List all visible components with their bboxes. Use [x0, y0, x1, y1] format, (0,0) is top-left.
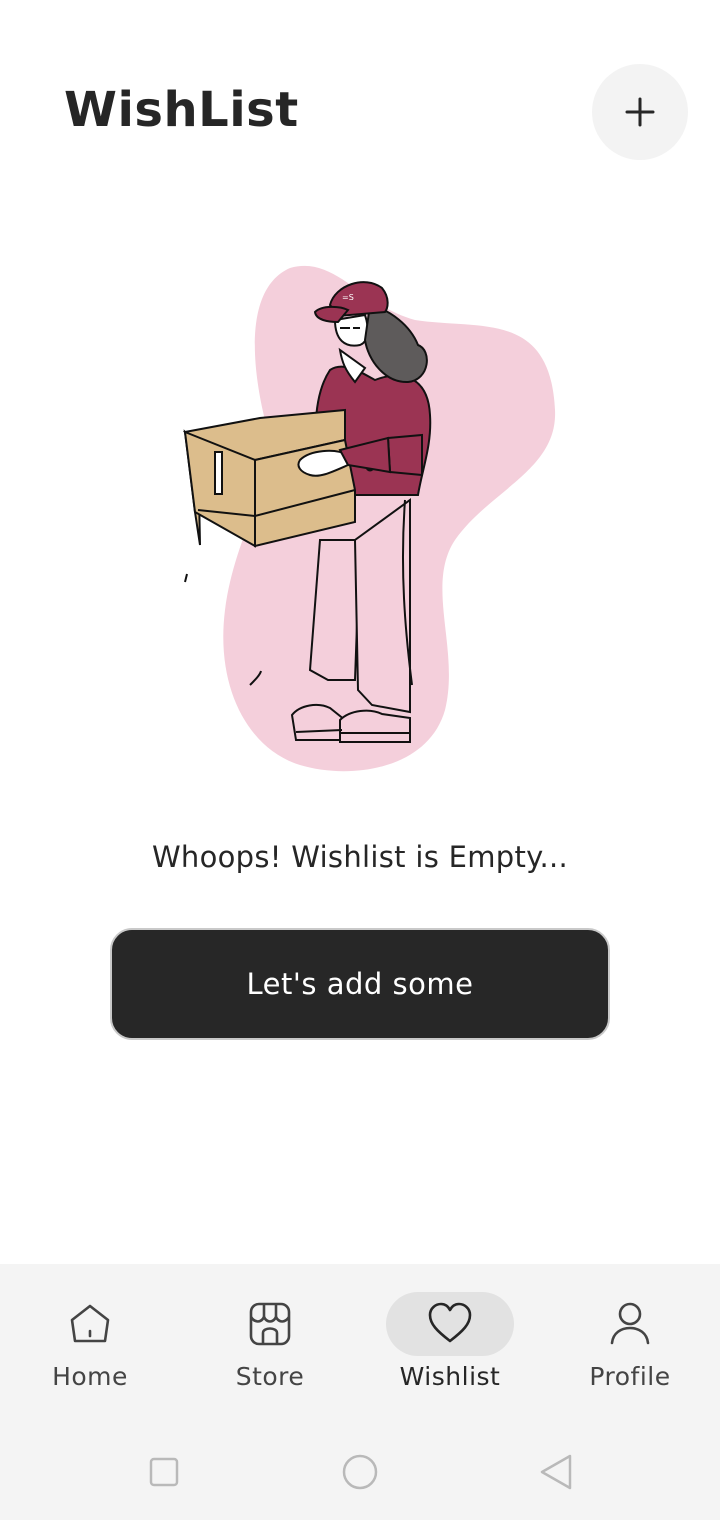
- add-button[interactable]: [592, 64, 688, 160]
- person-icon: [610, 1302, 650, 1345]
- wishlist-screen: WishList =S Whoops! Wishlist is Empty...…: [0, 0, 720, 1520]
- nav-label-wishlist: Wishlist: [399, 1362, 501, 1391]
- nav-label-home: Home: [52, 1362, 128, 1391]
- system-navigation-bar: [0, 1424, 720, 1520]
- woman-holding-box-illustration: =S: [160, 250, 580, 790]
- store-icon: [249, 1302, 291, 1346]
- recent-apps-button[interactable]: [144, 1452, 184, 1492]
- home-system-button[interactable]: [340, 1452, 380, 1492]
- bottom-nav: Home Store Wishlist Profile: [0, 1264, 720, 1424]
- nav-label-store: Store: [235, 1362, 305, 1391]
- nav-item-home[interactable]: Home: [0, 1264, 180, 1424]
- nav-label-profile: Profile: [589, 1362, 671, 1391]
- empty-state-message: Whoops! Wishlist is Empty...: [151, 840, 569, 874]
- home-icon: [70, 1304, 110, 1343]
- svg-text:=S: =S: [342, 293, 354, 302]
- plus-icon: [625, 97, 655, 127]
- nav-item-store[interactable]: Store: [180, 1264, 360, 1424]
- header: WishList: [0, 62, 720, 162]
- page-title: WishList: [64, 82, 299, 138]
- back-triangle-icon: [540, 1454, 572, 1490]
- active-pill: [386, 1292, 514, 1356]
- nav-item-profile[interactable]: Profile: [540, 1264, 720, 1424]
- recent-apps-icon: [149, 1457, 179, 1487]
- back-system-button[interactable]: [536, 1452, 576, 1492]
- heart-icon: [428, 1302, 472, 1343]
- add-items-button[interactable]: Let's add some: [110, 928, 610, 1040]
- nav-item-wishlist[interactable]: Wishlist: [360, 1264, 540, 1424]
- home-circle-icon: [342, 1454, 378, 1490]
